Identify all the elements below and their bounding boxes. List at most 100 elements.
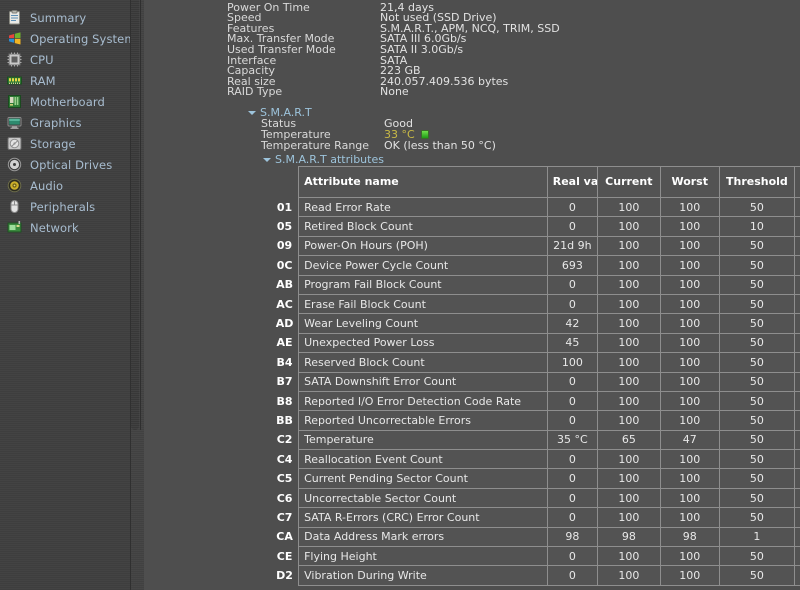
cell-raw: 00000002B5	[795, 256, 800, 275]
cell-threshold: 50	[719, 430, 794, 449]
table-row[interactable]: C4Reallocation Event Count01001005000000…	[271, 450, 800, 469]
column-header-worst[interactable]: Worst	[660, 167, 719, 198]
sidebar-item-label: Network	[30, 221, 79, 235]
sidebar-item-cpu[interactable]: CPU	[0, 49, 130, 70]
table-row[interactable]: B7SATA Downshift Error Count010010050000…	[271, 372, 800, 391]
cell-id: C2	[271, 430, 299, 449]
cell-worst: 100	[660, 411, 719, 430]
cell-real: 0	[547, 391, 597, 410]
sidebar-item-storage[interactable]: Storage	[0, 133, 130, 154]
column-header-attribute-name[interactable]: Attribute name	[299, 167, 548, 198]
sidebar-item-operating-system[interactable]: Operating System	[0, 28, 130, 49]
cell-raw: 0000000000	[795, 547, 800, 566]
table-row[interactable]: ADWear Leveling Count4210010050000000002…	[271, 314, 800, 333]
table-row[interactable]: C7SATA R-Errors (CRC) Error Count0100100…	[271, 508, 800, 527]
sidebar-item-summary[interactable]: Summary	[0, 7, 130, 28]
cell-raw: 0000000000	[795, 294, 800, 313]
cell-threshold: 50	[719, 411, 794, 430]
table-row[interactable]: 05Retired Block Count0100100100000000000…	[271, 217, 800, 236]
cell-raw: 0000000000	[795, 198, 800, 217]
column-header-current[interactable]: Current	[597, 167, 660, 198]
smart-attributes-label: S.M.A.R.T attributes	[275, 153, 384, 166]
sidebar-item-optical-drives[interactable]: Optical Drives	[0, 154, 130, 175]
table-row[interactable]: CEFlying Height0100100500000000000Good	[271, 547, 800, 566]
smart-attributes-node[interactable]: S.M.A.R.T attributes	[262, 153, 384, 165]
chevron-down-icon[interactable]	[262, 155, 271, 164]
sidebar-item-peripherals[interactable]: Peripherals	[0, 196, 130, 217]
cell-name: SATA Downshift Error Count	[299, 372, 548, 391]
table-row[interactable]: B8Reported I/O Error Detection Code Rate…	[271, 391, 800, 410]
cell-name: Reallocation Event Count	[299, 450, 548, 469]
sidebar-item-label: Operating System	[30, 32, 136, 46]
sidebar-item-graphics[interactable]: Graphics	[0, 112, 130, 133]
cell-threshold: 50	[719, 391, 794, 410]
table-row[interactable]: ACErase Fail Block Count0100100500000000…	[271, 294, 800, 313]
cell-id: 05	[271, 217, 299, 236]
cell-name: Temperature	[299, 430, 548, 449]
memory-module-icon	[7, 73, 22, 88]
cell-worst: 100	[660, 488, 719, 507]
cell-id: AD	[271, 314, 299, 333]
panel-splitter[interactable]	[130, 0, 144, 590]
table-row[interactable]: B4Reserved Block Count100100100500000000…	[271, 353, 800, 372]
cell-worst: 100	[660, 372, 719, 391]
cell-worst: 98	[660, 527, 719, 546]
cell-current: 100	[597, 450, 660, 469]
cell-real: 45	[547, 333, 597, 352]
sidebar-item-audio[interactable]: Audio	[0, 175, 130, 196]
chevron-down-icon[interactable]	[247, 108, 256, 117]
cell-real: 0	[547, 508, 597, 527]
sidebar-item-label: RAM	[30, 74, 56, 88]
cell-current: 100	[597, 333, 660, 352]
cell-raw: 00001D0023	[795, 430, 800, 449]
cell-worst: 100	[660, 217, 719, 236]
table-row[interactable]: CAData Address Mark errors98989810000000…	[271, 527, 800, 546]
table-row[interactable]: 0CDevice Power Cycle Count69310010050000…	[271, 256, 800, 275]
cell-real: 21d 9h	[547, 236, 597, 255]
cell-real: 693	[547, 256, 597, 275]
table-row[interactable]: C5Current Pending Sector Count0100100500…	[271, 469, 800, 488]
hard-disk-icon	[7, 136, 22, 151]
table-row[interactable]: 09Power-On Hours (POH)21d 9h100100500000…	[271, 236, 800, 255]
sidebar-item-network[interactable]: Network	[0, 217, 130, 238]
cell-raw: 0000000000	[795, 488, 800, 507]
column-header-raw-value[interactable]: Raw Value	[795, 167, 800, 198]
cell-worst: 100	[660, 198, 719, 217]
column-header-real-value[interactable]: Real value	[547, 167, 597, 198]
sidebar-item-motherboard[interactable]: Motherboard	[0, 91, 130, 112]
cell-name: Uncorrectable Sector Count	[299, 488, 548, 507]
cell-name: Unexpected Power Loss	[299, 333, 548, 352]
cell-name: Flying Height	[299, 547, 548, 566]
cell-id: CA	[271, 527, 299, 546]
cell-id: AE	[271, 333, 299, 352]
cell-raw: 0000000000	[795, 450, 800, 469]
column-header-id[interactable]	[271, 167, 299, 198]
cell-raw: 000000002D	[795, 333, 800, 352]
splitter-grip[interactable]	[131, 0, 139, 430]
cell-worst: 100	[660, 450, 719, 469]
column-header-threshold[interactable]: Threshold	[719, 167, 794, 198]
clipboard-icon	[7, 10, 22, 25]
cell-real: 0	[547, 469, 597, 488]
table-row[interactable]: 01Read Error Rate0100100500000000000Good	[271, 198, 800, 217]
table-row[interactable]: ABProgram Fail Block Count01001005000000…	[271, 275, 800, 294]
cell-name: Reserved Block Count	[299, 353, 548, 372]
cell-worst: 100	[660, 294, 719, 313]
table-row[interactable]: D2Vibration During Write0100100500000000…	[271, 566, 800, 585]
cell-id: AB	[271, 275, 299, 294]
sidebar-item-ram[interactable]: RAM	[0, 70, 130, 91]
table-row[interactable]: C2Temperature35 °C65475000001D0023Good	[271, 430, 800, 449]
cell-threshold: 50	[719, 294, 794, 313]
table-row[interactable]: C6Uncorrectable Sector Count010010050000…	[271, 488, 800, 507]
cell-id: C6	[271, 488, 299, 507]
cell-worst: 100	[660, 275, 719, 294]
cell-real: 0	[547, 275, 597, 294]
table-row[interactable]: AEUnexpected Power Loss45100100500000000…	[271, 333, 800, 352]
optical-disc-icon	[7, 157, 22, 172]
table-row[interactable]: BBReported Uncorrectable Errors010010050…	[271, 411, 800, 430]
cell-name: Reported Uncorrectable Errors	[299, 411, 548, 430]
drive-info-value: None	[380, 87, 409, 98]
cell-worst: 100	[660, 236, 719, 255]
cell-current: 100	[597, 411, 660, 430]
motherboard-icon	[7, 94, 22, 109]
